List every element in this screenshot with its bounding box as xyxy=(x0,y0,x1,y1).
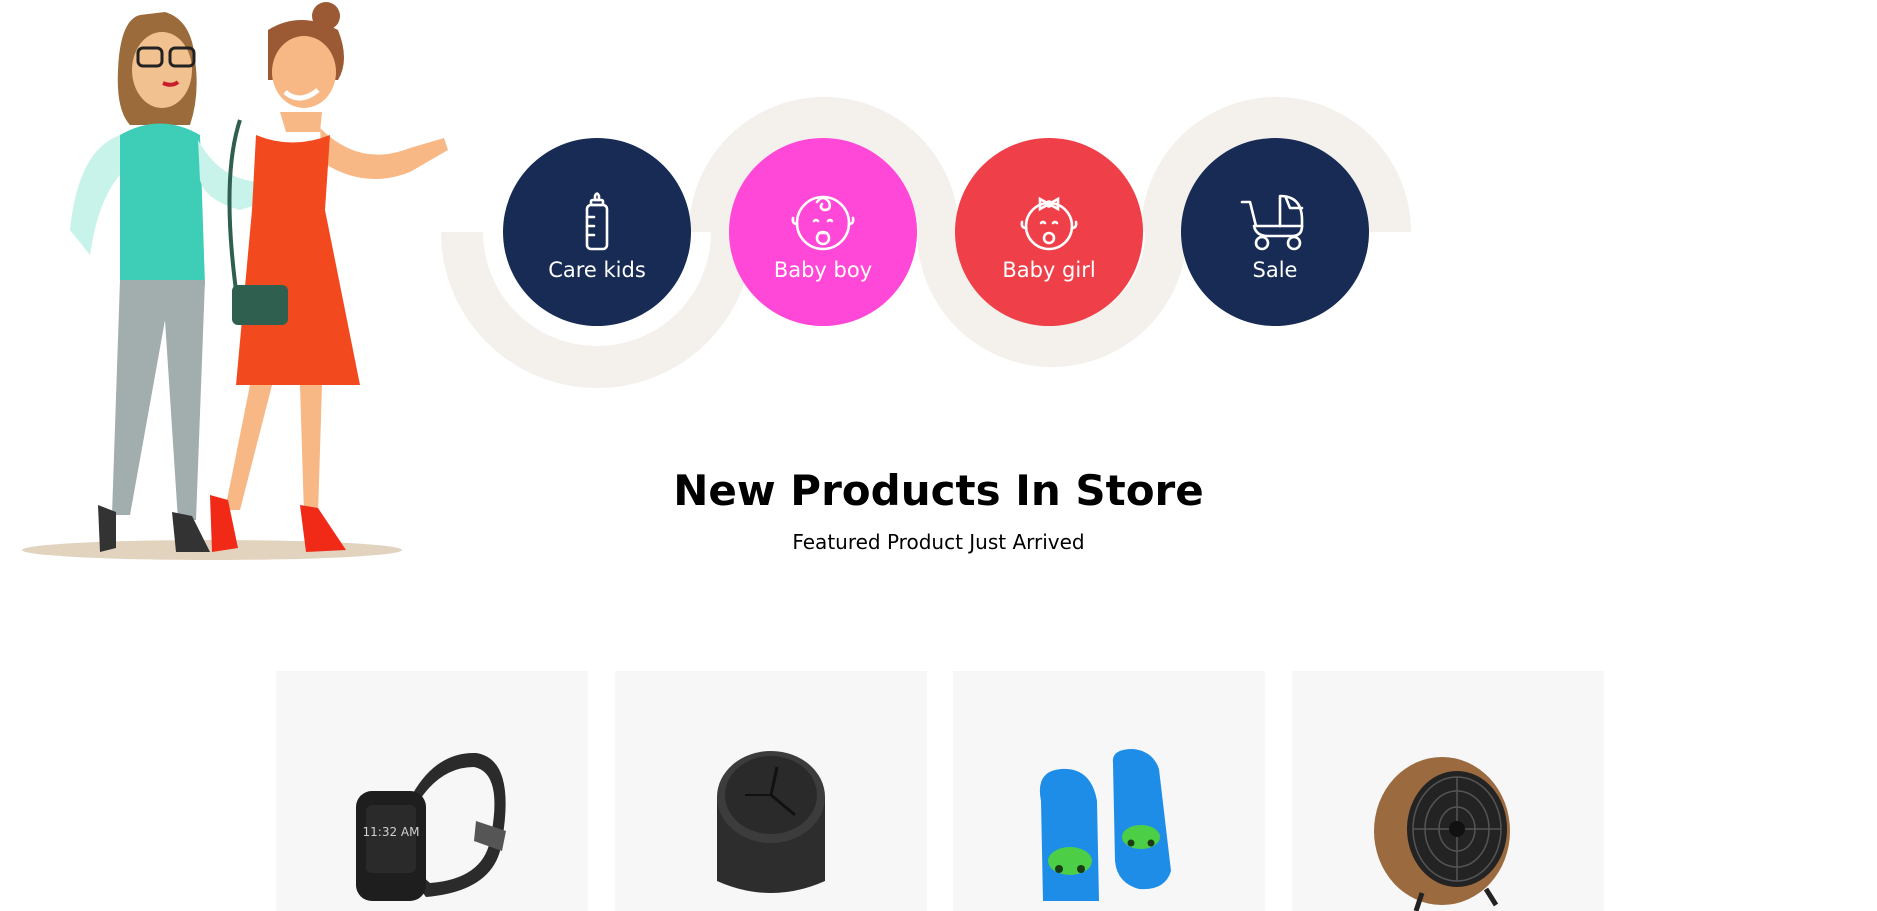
wooden-fan-image xyxy=(1374,757,1510,911)
category-label: Baby boy xyxy=(773,258,873,282)
smartwatch-image: 11:32 AM xyxy=(356,752,506,901)
baby-boy-face-icon xyxy=(791,195,855,251)
product-card-desk-clock[interactable] xyxy=(615,671,927,911)
category-label: Care kids xyxy=(548,258,646,282)
product-card-smartwatch[interactable]: 11:32 AM xyxy=(276,671,588,911)
watch-time-text: 11:32 AM xyxy=(363,825,420,839)
baby-girl-face-icon xyxy=(1020,196,1078,251)
baby-stroller-icon xyxy=(1240,194,1304,251)
desk-clock-image xyxy=(717,751,825,893)
category-baby-boy[interactable]: Baby boy xyxy=(729,138,917,326)
section-subtitle: Featured Product Just Arrived xyxy=(792,530,1085,554)
product-card-slippers[interactable] xyxy=(953,671,1265,911)
category-sale[interactable]: Sale xyxy=(1181,138,1369,326)
category-baby-girl[interactable]: Baby girl xyxy=(955,138,1143,326)
category-label: Baby girl xyxy=(1002,258,1096,282)
product-card-fan[interactable] xyxy=(1292,671,1604,911)
category-care-kids[interactable]: Care kids xyxy=(503,138,691,326)
blue-slippers-image xyxy=(1039,749,1171,901)
baby-bottle-icon xyxy=(585,192,609,251)
section-title: New Products In Store xyxy=(673,466,1204,515)
category-label: Sale xyxy=(1252,258,1298,282)
